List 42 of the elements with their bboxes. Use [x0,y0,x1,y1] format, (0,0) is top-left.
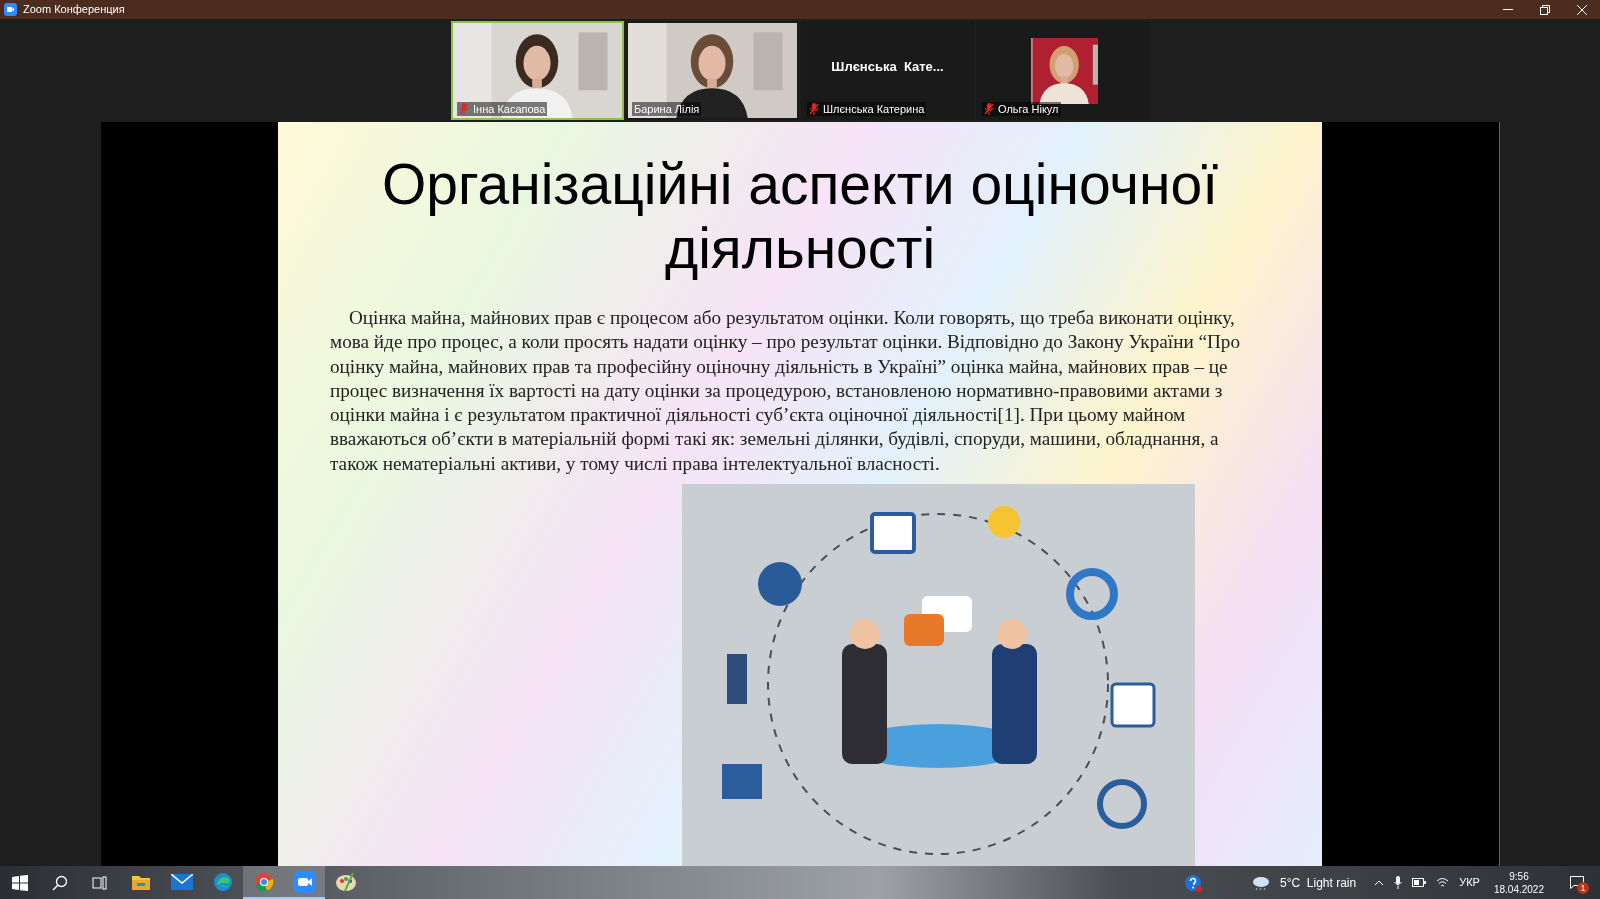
participant-tile[interactable]: Інна Касапова [451,21,624,120]
participant-name: Ольга Нікул [998,102,1059,116]
participant-tile[interactable]: Ольга Нікул [976,21,1149,120]
search-icon [52,874,68,891]
wifi-icon [1436,877,1450,888]
participant-name: Барина Лілія [634,102,700,116]
notification-count: 1 [1577,882,1589,894]
participant-name: Інна Касапова [473,102,546,116]
clock[interactable]: 9:56 18.04.2022 [1493,869,1544,896]
close-icon [1576,4,1587,15]
chrome-icon [253,871,274,892]
notifications-button[interactable]: 1 [1562,866,1592,899]
participant-tile[interactable]: Барина Лілія [626,21,799,120]
help-icon [1184,873,1203,892]
app-icon [4,3,17,16]
participant-display-name: Шлєнська Кате... [831,57,944,76]
video-camera-icon [293,870,316,893]
clock-date: 18.04.2022 [1493,882,1544,896]
battery-icon [1412,878,1427,887]
notification-icon [1570,876,1584,889]
participant-name: Шлєнська Катерина [823,102,925,116]
window-title: Zoom Конференция [23,2,125,18]
participant-tile[interactable]: Шлєнська Кате... Шлєнська Катерина [801,21,974,120]
microphone-icon [1394,876,1403,889]
weather-text[interactable]: 5°C Light rain [1280,873,1357,892]
slide-title: Організаційні аспекти оціночної діяльності [380,152,1220,280]
muted-mic-icon [809,103,819,115]
restore-icon [1539,4,1550,15]
edge-icon [212,871,233,892]
task-view-icon [92,875,108,890]
slide-body: Оцінка майна, майнових прав є процесом або результатом оцінки. Коли говорять, що треба виконати оцінку, мова йде про процес, а коли просять надати оцінку – про результат оцінки. Відповідно до Закону України “Про оцінку майна, майнових прав та професійну оціночну діяльність в Україні” оцінка майна, майнових прав – це процес визначення їх вартості на дату оцінки за процедурою, встановленою нормативно-правовими актами з оцінки майна і є результатом практичної діяльності суб’єкта оціночної діяльності[1]. При цьому майном вважаються об’єкти в матеріальній формі такі як: земельні ділянки, будівлі, споруди, машини, обладнання, а також нематеріальні активи, у тому числі права інтелектуальної власності. [330,306,1242,476]
caret-up-icon [1374,879,1385,886]
windows-logo-icon [12,874,28,891]
mail-icon [170,873,193,890]
muted-mic-icon [459,103,469,115]
muted-mic-icon [984,103,994,115]
clock-time: 9:56 [1509,869,1529,883]
palette-icon [334,870,357,893]
input-language[interactable]: УКР [1459,874,1480,891]
minimize-icon [1502,9,1513,10]
cloud-rain-icon [1252,875,1271,890]
taskbar-app[interactable] [284,866,325,899]
